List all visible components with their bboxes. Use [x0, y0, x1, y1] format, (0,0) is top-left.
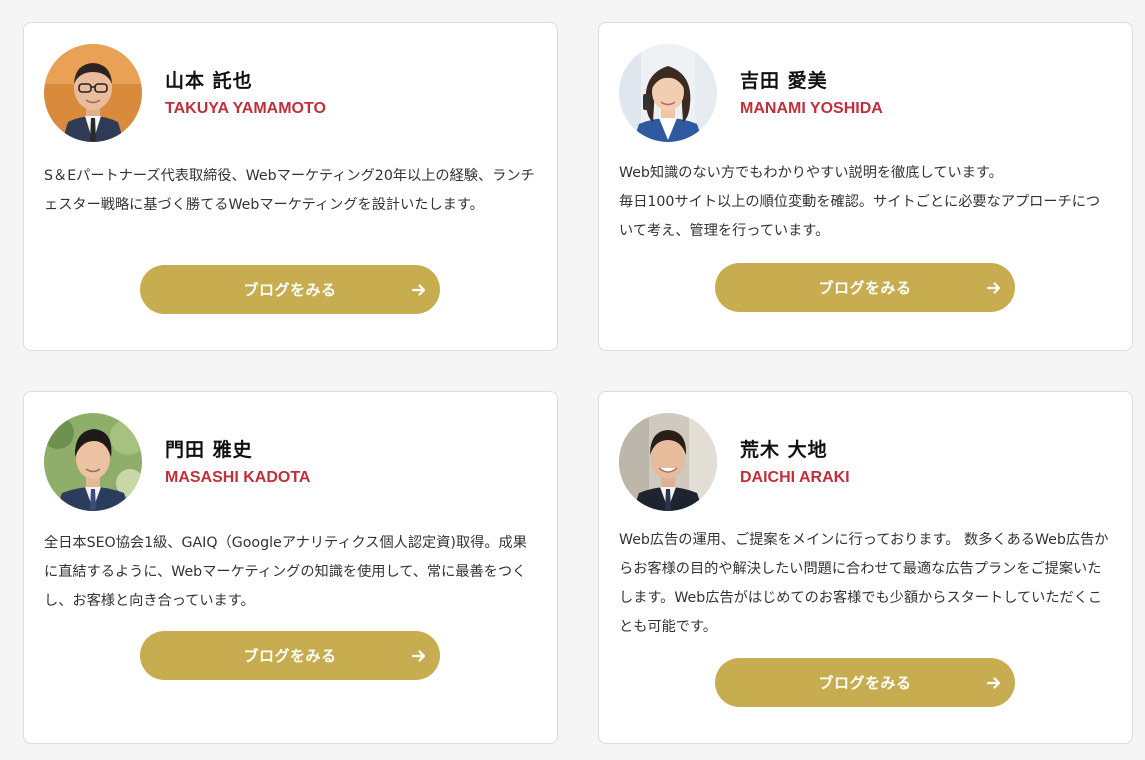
view-blog-button[interactable]: ブログをみる [715, 658, 1015, 707]
view-blog-button[interactable]: ブログをみる [715, 263, 1015, 312]
arrow-right-icon [986, 675, 1002, 691]
member-description: S＆Eパートナーズ代表取締役、Webマーケティング20年以上の経験、ランチェスタ… [44, 168, 535, 213]
member-name-jp: 荒木 大地 [740, 439, 828, 461]
member-description: 全日本SEO協会1級、GAIQ（Googleアナリティクス個人認定資)取得。成果… [44, 535, 527, 609]
member-description: Web知識のない方でもわかりやすい説明を徹底しています。 毎日100サイト以上の… [619, 165, 1101, 239]
avatar [44, 44, 142, 142]
person-photo-icon [619, 413, 717, 511]
member-name-en: TAKUYA YAMAMOTO [165, 100, 326, 117]
member-name-en: MANAMI YOSHIDA [740, 100, 883, 117]
view-blog-button-label: ブログをみる [243, 647, 337, 665]
staff-card: 山本 託也 TAKUYA YAMAMOTO S＆Eパートナーズ代表取締役、Web… [23, 22, 558, 351]
arrow-right-icon [411, 648, 427, 664]
view-blog-button-label: ブログをみる [818, 674, 912, 692]
member-name-en: MASASHI KADOTA [165, 469, 311, 486]
member-name-jp: 吉田 愛美 [740, 70, 828, 92]
view-blog-button[interactable]: ブログをみる [140, 631, 440, 680]
arrow-right-icon [986, 280, 1002, 296]
view-blog-button[interactable]: ブログをみる [140, 265, 440, 314]
member-description: Web広告の運用、ご提案をメインに行っております。 数多くあるWeb広告からお客… [619, 532, 1109, 635]
staff-card: 吉田 愛美 MANAMI YOSHIDA Web知識のない方でもわかりやすい説明… [598, 22, 1133, 351]
person-photo-icon [619, 44, 717, 142]
view-blog-button-label: ブログをみる [818, 279, 912, 297]
member-name-en: DAICHI ARAKI [740, 469, 850, 486]
view-blog-button-label: ブログをみる [243, 281, 337, 299]
person-photo-icon [44, 413, 142, 511]
person-photo-icon [44, 44, 142, 142]
staff-card: 門田 雅史 MASASHI KADOTA 全日本SEO協会1級、GAIQ（Goo… [23, 391, 558, 744]
avatar [44, 413, 142, 511]
staff-card: 荒木 大地 DAICHI ARAKI Web広告の運用、ご提案をメインに行ってお… [598, 391, 1133, 744]
arrow-right-icon [411, 282, 427, 298]
avatar [619, 44, 717, 142]
avatar [619, 413, 717, 511]
member-name-jp: 門田 雅史 [165, 439, 253, 461]
member-name-jp: 山本 託也 [165, 70, 253, 92]
